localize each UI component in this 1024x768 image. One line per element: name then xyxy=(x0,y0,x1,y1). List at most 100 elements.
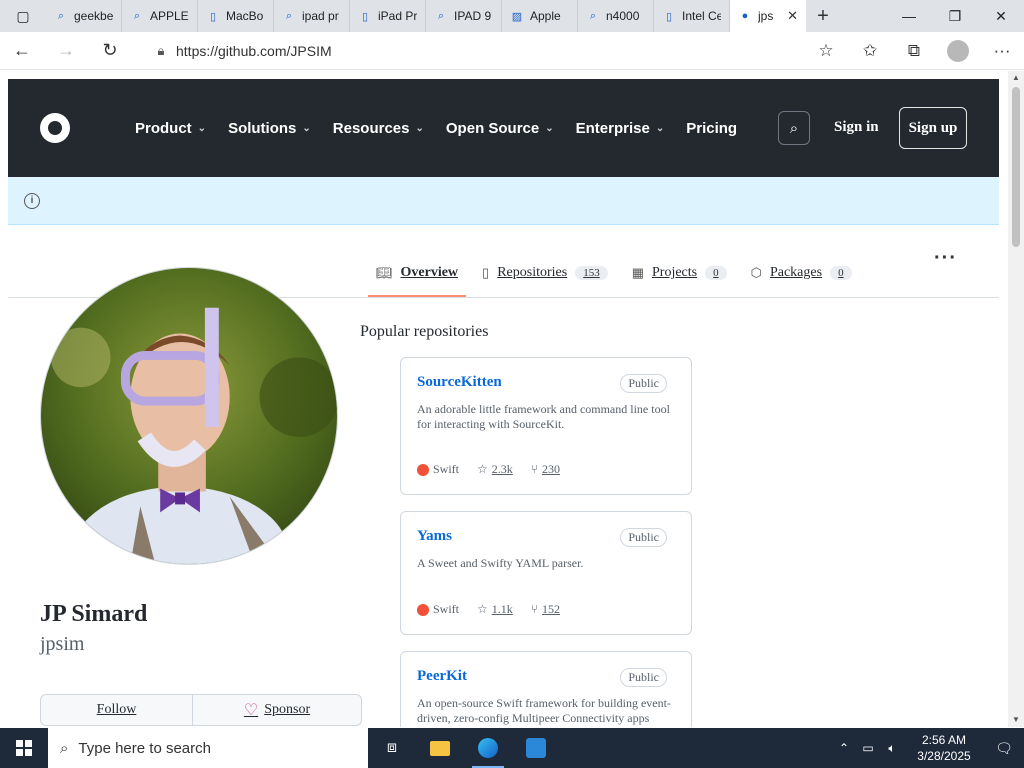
chevron-up-icon[interactable]: ⌃ xyxy=(832,741,856,755)
chevron-down-icon: ⌄ xyxy=(655,122,665,134)
nav-enterprise[interactable]: Enterprise ⌄ xyxy=(576,120,665,137)
clock-time: 2:56 AM xyxy=(921,733,967,747)
browser-tab-label: jps xyxy=(758,9,774,23)
scroll-thumb[interactable] xyxy=(1012,87,1020,247)
nav-resources[interactable]: Resources ⌄ xyxy=(333,120,424,137)
repo-icon: ▯ xyxy=(482,265,490,280)
repo-name-link[interactable]: Yams xyxy=(417,528,452,545)
refresh-button[interactable]: ↻ xyxy=(88,32,132,70)
follow-button[interactable]: Follow xyxy=(40,694,193,726)
repo-card: SourceKitten Public An adorable little f… xyxy=(400,357,692,495)
scroll-down-icon[interactable]: ▼ xyxy=(1008,713,1024,727)
tab-overview[interactable]: 📖︎ Overview xyxy=(367,249,467,297)
nav-pricing[interactable]: Pricing xyxy=(686,120,737,137)
window-controls: — ❐ ✕ xyxy=(886,0,1024,32)
forks-link[interactable]: ⑂ 230 xyxy=(531,462,560,477)
edge-icon[interactable] xyxy=(464,728,512,768)
browser-tab[interactable]: ▯ iPad Pr xyxy=(350,0,426,32)
close-tab-icon[interactable]: ✕ xyxy=(787,8,798,24)
nav-product[interactable]: Product ⌄ xyxy=(135,120,206,137)
nav-solutions[interactable]: Solutions ⌄ xyxy=(228,120,311,137)
notifications-icon[interactable]: 🗨︎ xyxy=(984,728,1024,768)
browser-tab-label: iPad Pr xyxy=(378,9,417,23)
url-field[interactable]: 🔒︎ https://github.com/JPSIM xyxy=(146,36,836,66)
search-icon: ⌕ xyxy=(133,9,141,22)
sign-in-link[interactable]: Sign in xyxy=(834,119,879,136)
fork-icon: ⑂ xyxy=(530,602,538,616)
taskbar-apps: ⧈ xyxy=(368,728,560,768)
packages-count: 0 xyxy=(830,266,852,280)
heart-icon: ♡ xyxy=(243,702,259,719)
browser-tab[interactable]: ⌕ IPAD 9 xyxy=(426,0,502,32)
repo-card: PeerKit Public An open-source Swift fram… xyxy=(400,651,692,727)
browser-tab[interactable]: ▯ Intel Ce xyxy=(654,0,730,32)
clock[interactable]: 2:56 AM 3/28/2025 xyxy=(904,732,984,764)
close-window-icon[interactable]: ✕ xyxy=(978,0,1024,32)
nav-open-source[interactable]: Open Source ⌄ xyxy=(446,120,554,137)
language-color-dot xyxy=(417,603,429,616)
page-content: Product ⌄ Solutions ⌄ Resources ⌄ Open Sour… xyxy=(0,71,1008,727)
add-favorite-icon[interactable]: ☆ xyxy=(804,32,848,70)
page-icon: ▯ xyxy=(209,10,217,23)
browser-tab-bar: ▢ ⌕ geekbe ⌕ APPLE ▯ MacBo ⌕ ipad pr ▯ iPad Pr ⌕ IP… xyxy=(0,0,1024,32)
url-text[interactable]: https://github.com/JPSIM xyxy=(176,43,332,59)
browser-tab-label: Apple xyxy=(530,9,561,23)
tab-packages[interactable]: ⬡ Packages 0 xyxy=(751,249,852,297)
forward-button[interactable]: → xyxy=(44,32,88,70)
sponsor-button[interactable]: ♡ Sponsor xyxy=(193,694,362,726)
tab-actions-icon[interactable]: ▢ xyxy=(0,0,46,32)
browser-tab[interactable]: ⌕ ipad pr xyxy=(274,0,350,32)
system-tray: ⌃ ▭ 🔈︎ 2:56 AM 3/28/2025 🗨︎ xyxy=(832,728,1024,768)
chevron-down-icon: ⌄ xyxy=(545,122,554,134)
page-scrollbar[interactable]: ▲ ▼ xyxy=(1008,71,1024,727)
favorites-icon[interactable]: ✩ xyxy=(848,32,892,70)
new-tab-button[interactable]: + xyxy=(806,0,840,32)
repo-language: Swift xyxy=(417,602,459,617)
repo-name-link[interactable]: SourceKitten xyxy=(417,374,502,391)
forks-link[interactable]: ⑂ 152 xyxy=(531,602,560,617)
more-options-icon[interactable]: ··· xyxy=(934,247,957,270)
scroll-up-icon[interactable]: ▲ xyxy=(1008,71,1024,85)
browser-tab[interactable]: ▯ MacBo xyxy=(198,0,274,32)
browser-tab[interactable]: ▨ Apple xyxy=(502,0,578,32)
calculator-icon[interactable] xyxy=(512,728,560,768)
profile-icon[interactable] xyxy=(936,32,980,70)
browser-tab[interactable]: ⌕ n4000 xyxy=(578,0,654,32)
browser-tab-label: geekbe xyxy=(74,9,113,23)
search-icon: ⌕ xyxy=(589,9,597,22)
file-explorer-icon[interactable] xyxy=(416,728,464,768)
browser-tab-label: Intel Ce xyxy=(682,9,721,23)
taskbar-search[interactable]: ⌕ Type here to search xyxy=(48,728,368,768)
lock-icon[interactable]: 🔒︎ xyxy=(146,43,176,59)
browser-tab[interactable]: ● jps ✕ xyxy=(730,0,806,32)
minimize-icon[interactable]: — xyxy=(886,0,932,32)
profile-avatar[interactable] xyxy=(40,267,338,565)
start-button[interactable] xyxy=(0,728,48,768)
task-view-icon[interactable]: ⧈ xyxy=(368,728,416,768)
repo-description: An open-source Swift framework for build… xyxy=(417,696,671,725)
volume-icon[interactable]: 🔈︎ xyxy=(880,741,904,756)
taskbar: ⌕ Type here to search ⧈ ⌃ ▭ 🔈︎ 2:56 AM 3… xyxy=(0,728,1024,768)
tab-projects[interactable]: ▦ Projects 0 xyxy=(632,249,727,297)
browser-tab[interactable]: ⌕ APPLE xyxy=(122,0,198,32)
browser-tab[interactable]: ⌕ geekbe xyxy=(46,0,122,32)
github-logo-icon[interactable] xyxy=(40,113,70,143)
search-icon: ⌕ xyxy=(60,739,69,757)
sign-up-button[interactable]: Sign up xyxy=(899,107,967,149)
profile-tabs: 📖︎ Overview ▯ Repositories 153 ▦ Project… xyxy=(367,249,852,297)
menu-icon[interactable]: ··· xyxy=(980,32,1024,70)
stars-link[interactable]: ☆ 2.3k xyxy=(477,462,513,477)
profile-actions: Follow ♡ Sponsor xyxy=(40,694,362,726)
chevron-down-icon: ⌄ xyxy=(415,122,424,134)
repo-name-link[interactable]: PeerKit xyxy=(417,668,467,685)
restore-icon[interactable]: ❐ xyxy=(932,0,978,32)
search-button[interactable]: ⌕ xyxy=(778,111,810,145)
stars-link[interactable]: ☆ 1.1k xyxy=(477,602,513,617)
github-icon: ● xyxy=(741,10,749,22)
network-icon[interactable]: ▭ xyxy=(856,741,880,755)
collections-icon[interactable]: ⧉ xyxy=(892,32,936,70)
back-button[interactable]: ← xyxy=(0,32,44,70)
browser-tab-label: n4000 xyxy=(606,9,640,23)
chevron-down-icon: ⌄ xyxy=(197,122,207,134)
tab-repositories[interactable]: ▯ Repositories 153 xyxy=(482,249,608,297)
